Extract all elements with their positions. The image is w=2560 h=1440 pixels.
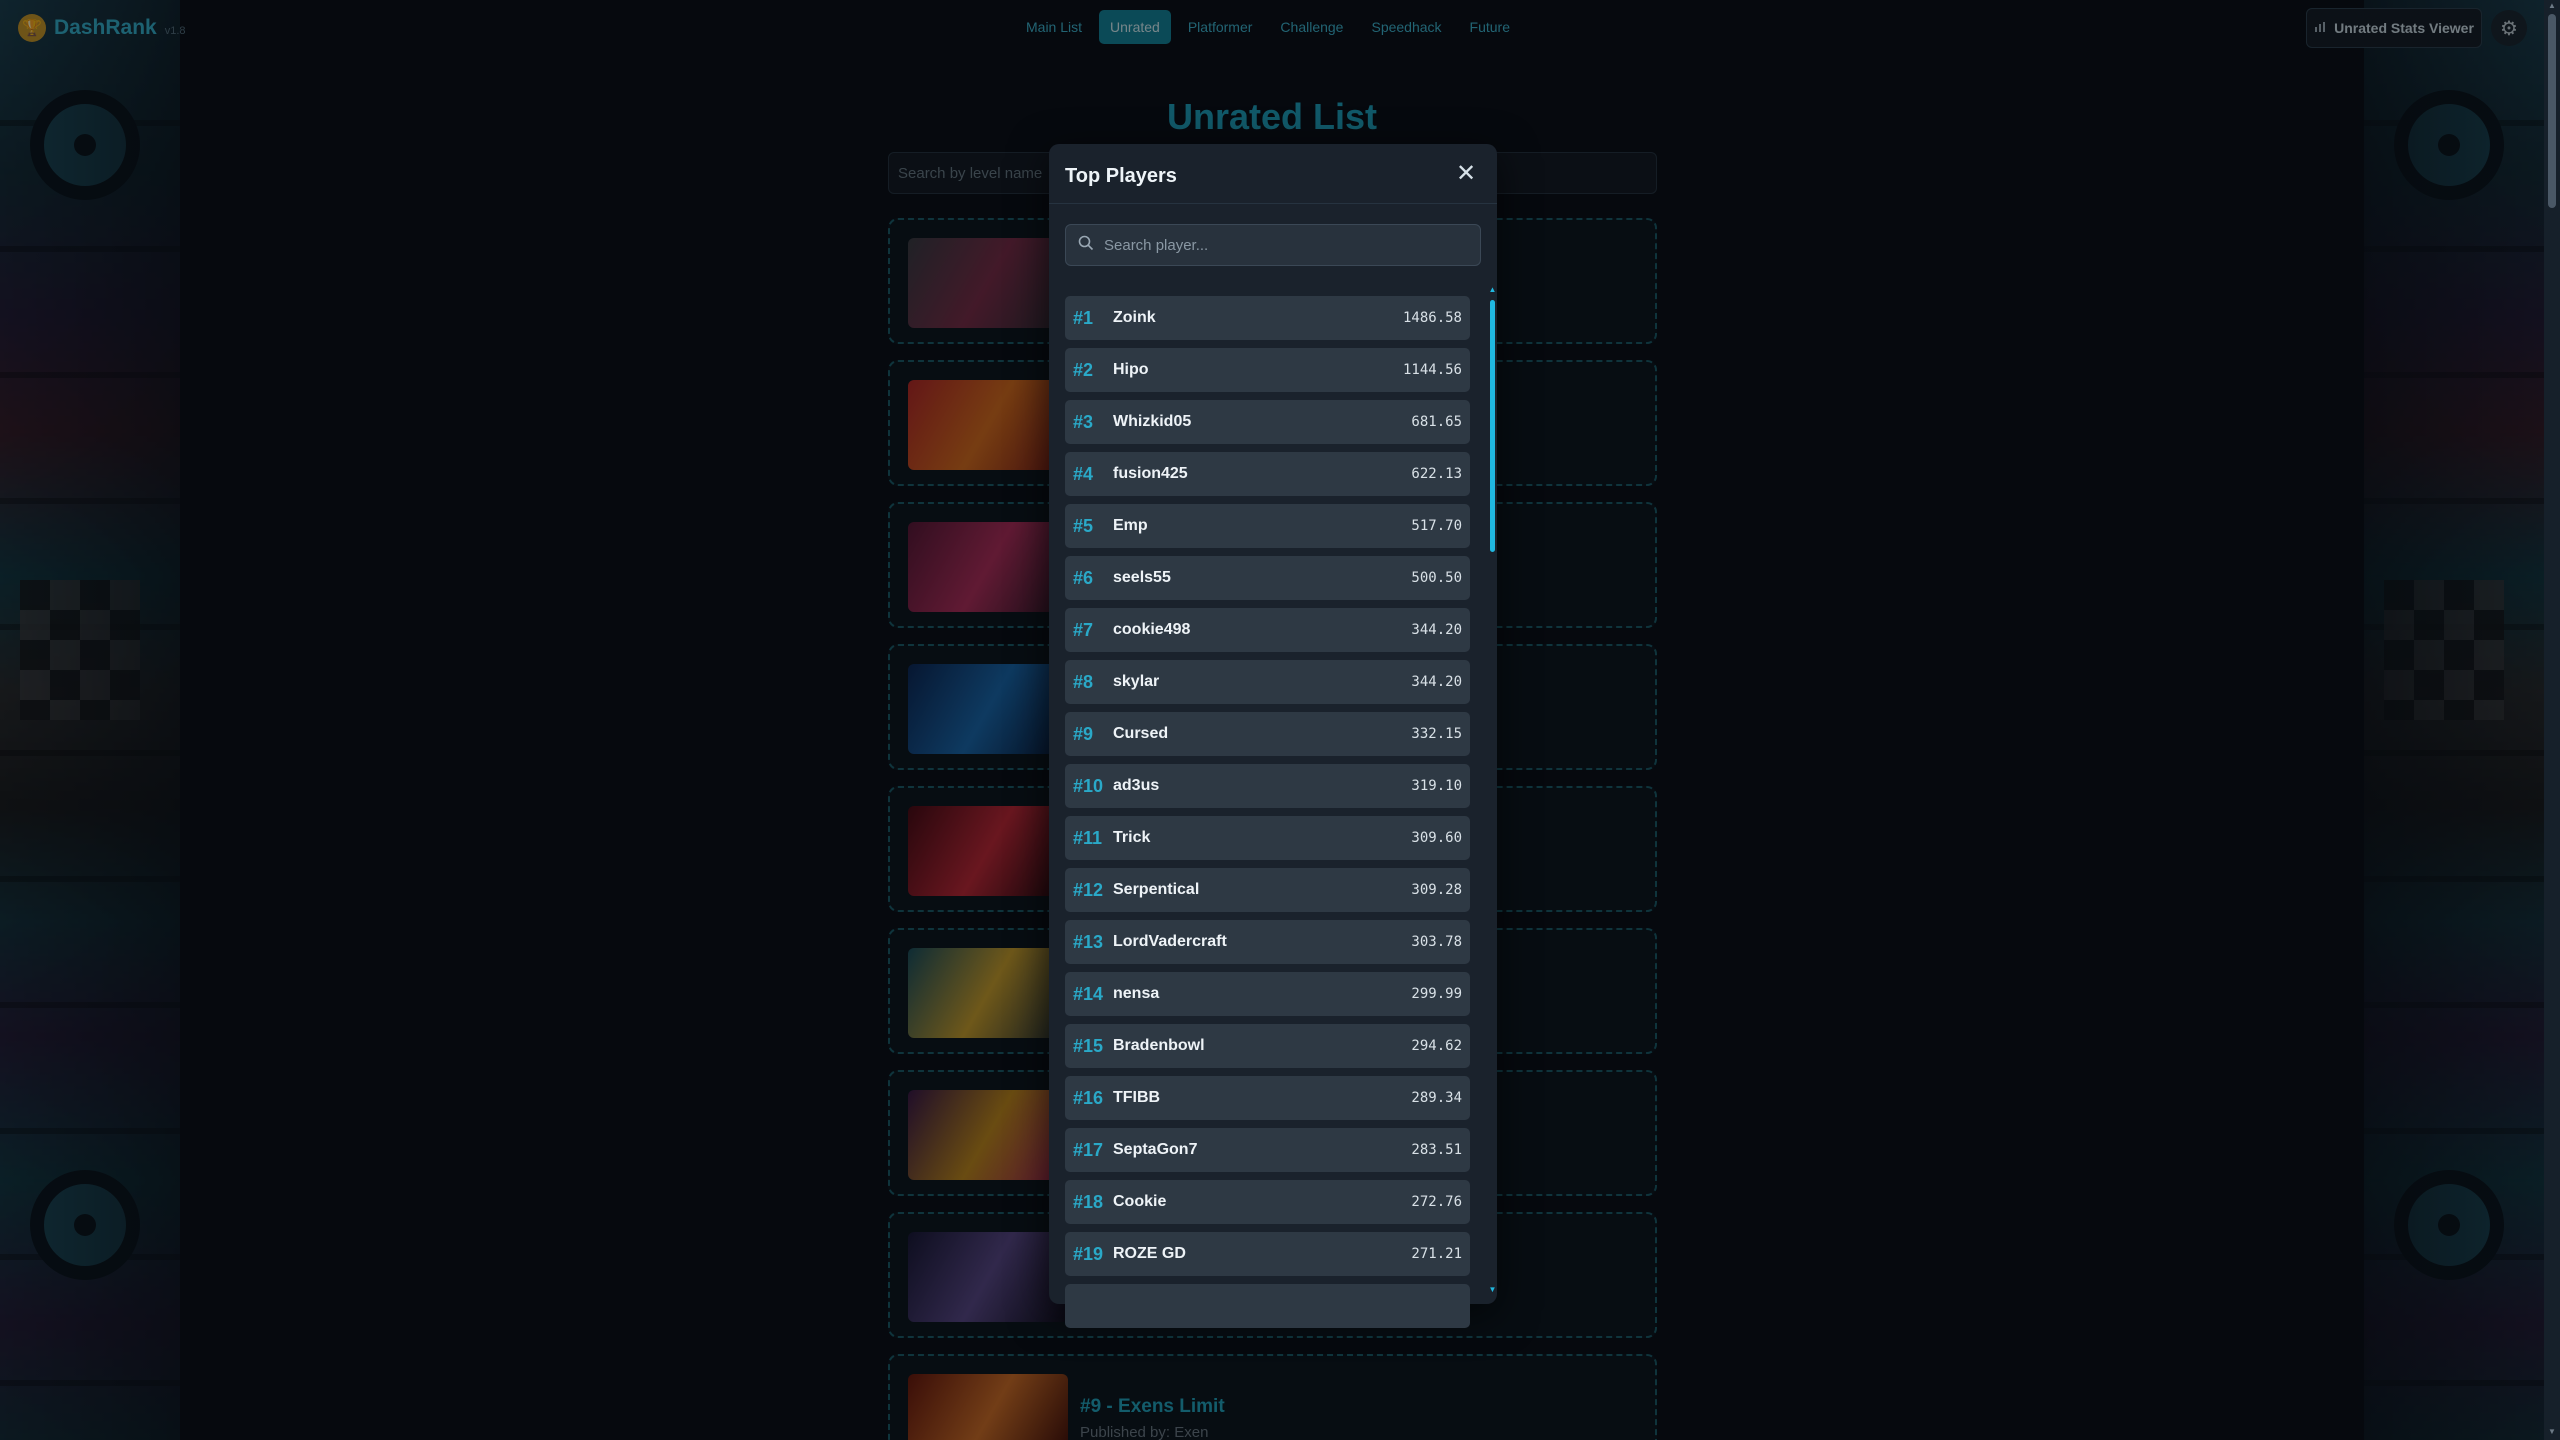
player-score: 332.15 — [1411, 726, 1462, 742]
player-name: SeptaGon7 — [1113, 1141, 1198, 1158]
player-row[interactable]: #17 SeptaGon7 283.51 — [1065, 1128, 1470, 1172]
player-score: 271.21 — [1411, 1246, 1462, 1262]
player-score: 319.10 — [1411, 778, 1462, 794]
player-name: seels55 — [1113, 569, 1171, 586]
player-score: 622.13 — [1411, 466, 1462, 482]
player-rank: #3 — [1073, 411, 1094, 432]
player-rank: #7 — [1073, 619, 1094, 640]
player-row[interactable]: #13 LordVadercraft 303.78 — [1065, 920, 1470, 964]
list-scrollbar-thumb[interactable] — [1490, 300, 1495, 552]
list-scroll-up-arrow[interactable]: ▲ — [1488, 286, 1497, 294]
player-score: 1144.56 — [1402, 362, 1462, 378]
player-name: Cursed — [1113, 725, 1169, 742]
search-icon — [1078, 235, 1094, 256]
player-rank: #18 — [1073, 1191, 1104, 1212]
player-rank: #10 — [1073, 775, 1104, 796]
player-name: ROZE GD — [1113, 1245, 1186, 1262]
player-row[interactable]: #10 ad3us 319.10 — [1065, 764, 1470, 808]
player-name: Whizkid05 — [1113, 413, 1192, 430]
player-rank: #4 — [1073, 463, 1094, 484]
player-name: Trick — [1113, 829, 1151, 846]
player-search-field[interactable] — [1065, 224, 1481, 266]
player-rank: #11 — [1073, 827, 1103, 848]
page-scrollbar-thumb[interactable] — [2548, 14, 2556, 208]
modal-title: Top Players — [1065, 165, 1177, 187]
player-rank: #1 — [1073, 307, 1094, 328]
player-list: #1 Zoink 1486.58 #2 Hipo 1144.56 #3 Whizkid05… — [1065, 296, 1470, 1336]
player-row[interactable]: #18 Cookie 272.76 — [1065, 1180, 1470, 1224]
player-name: TFIBB — [1113, 1089, 1161, 1106]
player-rank: #12 — [1073, 879, 1104, 900]
player-row[interactable]: #3 Whizkid05 681.65 — [1065, 400, 1470, 444]
player-rank: #6 — [1073, 567, 1094, 588]
player-rank: #2 — [1073, 359, 1094, 380]
player-score: 1486.58 — [1402, 310, 1462, 326]
player-score: 517.70 — [1411, 518, 1462, 534]
player-name: Cookie — [1113, 1193, 1167, 1210]
player-score: 681.65 — [1411, 414, 1462, 430]
player-rank: #5 — [1073, 515, 1094, 536]
player-row[interactable]: #6 seels55 500.50 — [1065, 556, 1470, 600]
player-rank: #16 — [1073, 1087, 1104, 1108]
player-row[interactable]: #9 Cursed 332.15 — [1065, 712, 1470, 756]
player-rank: #13 — [1073, 931, 1104, 952]
close-button[interactable]: ✕ — [1453, 162, 1479, 188]
player-row[interactable]: #15 Bradenbowl 294.62 — [1065, 1024, 1470, 1068]
player-name: ad3us — [1113, 777, 1160, 794]
player-row[interactable]: #19 ROZE GD 271.21 — [1065, 1232, 1470, 1276]
page-scrollbar[interactable]: ▲ ▼ — [2544, 0, 2560, 1440]
player-name: nensa — [1113, 985, 1160, 1002]
page-scroll-down-arrow[interactable]: ▼ — [2548, 1428, 2556, 1436]
player-score: 344.20 — [1411, 622, 1462, 638]
player-rank: #9 — [1073, 723, 1094, 744]
player-row[interactable]: #11 Trick 309.60 — [1065, 816, 1470, 860]
player-row[interactable]: #1 Zoink 1486.58 — [1065, 296, 1470, 340]
player-rank: #19 — [1073, 1243, 1104, 1264]
player-row[interactable] — [1065, 1284, 1470, 1328]
player-name: Bradenbowl — [1113, 1037, 1205, 1054]
player-rank: #14 — [1073, 983, 1104, 1004]
player-rank: #8 — [1073, 671, 1094, 692]
close-icon: ✕ — [1455, 160, 1477, 187]
player-name: Zoink — [1113, 309, 1156, 326]
player-name: fusion425 — [1113, 465, 1188, 482]
player-row[interactable]: #7 cookie498 344.20 — [1065, 608, 1470, 652]
player-name: Emp — [1113, 517, 1148, 534]
list-scroll-down-arrow[interactable]: ▼ — [1488, 1286, 1497, 1294]
player-row[interactable]: #14 nensa 299.99 — [1065, 972, 1470, 1016]
player-name: cookie498 — [1113, 621, 1191, 638]
player-score: 344.20 — [1411, 674, 1462, 690]
player-score: 289.34 — [1411, 1090, 1462, 1106]
player-name: Hipo — [1113, 361, 1149, 378]
player-row[interactable]: #12 Serpentical 309.28 — [1065, 868, 1470, 912]
player-rank: #17 — [1073, 1139, 1104, 1160]
player-row[interactable]: #16 TFIBB 289.34 — [1065, 1076, 1470, 1120]
player-list-viewport[interactable]: #1 Zoink 1486.58 #2 Hipo 1144.56 #3 Whizkid05… — [1065, 296, 1481, 1438]
player-name: LordVadercraft — [1113, 933, 1227, 950]
player-name: skylar — [1113, 673, 1160, 690]
player-score: 309.60 — [1411, 830, 1462, 846]
player-row[interactable]: #8 skylar 344.20 — [1065, 660, 1470, 704]
modal-header: Top Players ✕ — [1049, 144, 1497, 204]
player-score: 272.76 — [1411, 1194, 1462, 1210]
player-row[interactable]: #5 Emp 517.70 — [1065, 504, 1470, 548]
page-scroll-up-arrow[interactable]: ▲ — [2548, 2, 2556, 10]
player-score: 500.50 — [1411, 570, 1462, 586]
player-search-input[interactable] — [1104, 236, 1464, 254]
player-row[interactable]: #4 fusion425 622.13 — [1065, 452, 1470, 496]
top-players-modal: Top Players ✕ #1 Zoink 1486.58 #2 Hipo 1144.… — [1049, 144, 1497, 1328]
player-score: 309.28 — [1411, 882, 1462, 898]
player-rank: #15 — [1073, 1035, 1104, 1056]
player-score: 294.62 — [1411, 1038, 1462, 1054]
player-score: 303.78 — [1411, 934, 1462, 950]
player-score: 299.99 — [1411, 986, 1462, 1002]
player-row[interactable]: #2 Hipo 1144.56 — [1065, 348, 1470, 392]
player-score: 283.51 — [1411, 1142, 1462, 1158]
player-name: Serpentical — [1113, 881, 1200, 898]
